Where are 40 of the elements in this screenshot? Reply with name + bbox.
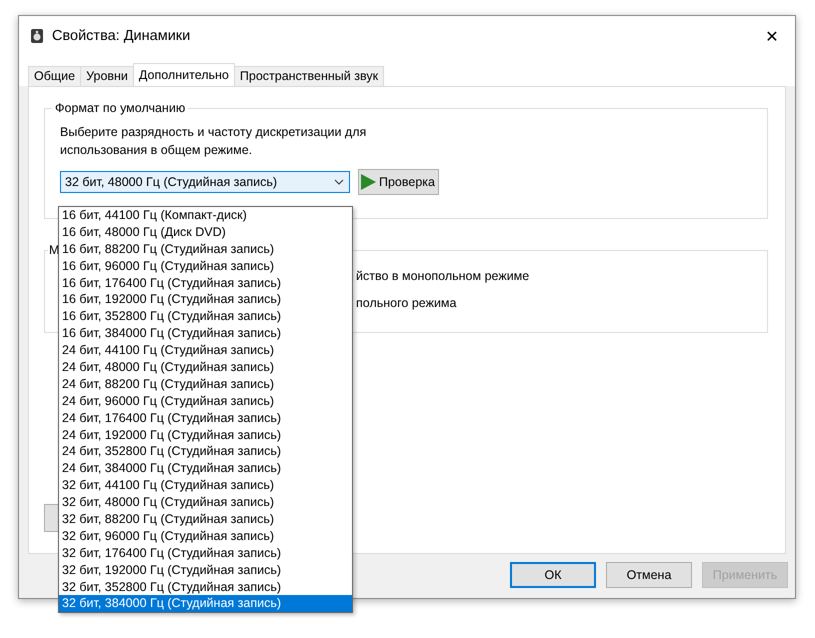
window-title: Свойства: Динамики xyxy=(52,28,192,44)
dropdown-option[interactable]: 24 бит, 96000 Гц (Студийная запись) xyxy=(59,392,352,410)
dropdown-option[interactable]: 16 бит, 88200 Гц (Студийная запись) xyxy=(59,240,352,258)
test-button[interactable]: Проверка xyxy=(358,169,439,195)
play-icon xyxy=(360,174,376,190)
dropdown-option[interactable]: 24 бит, 384000 Гц (Студийная запись) xyxy=(59,460,352,478)
dropdown-option[interactable]: 24 бит, 88200 Гц (Студийная запись) xyxy=(59,376,352,393)
format-dropdown[interactable]: 32 бит, 48000 Гц (Студийная запись) xyxy=(60,171,350,193)
chevron-icon xyxy=(334,179,344,185)
dropdown-option[interactable]: 16 бит, 176400 Гц (Студийная запись) xyxy=(59,274,352,292)
dialog-button[interactable]: ОК xyxy=(510,562,596,588)
dropdown-option[interactable]: 32 бит, 176400 Гц (Студийная запись) xyxy=(59,544,352,562)
dropdown-option[interactable]: 24 бит, 192000 Гц (Студийная запись) xyxy=(59,426,352,444)
option-label: польного режима xyxy=(356,296,456,310)
close-button[interactable]: ✕ xyxy=(749,16,795,56)
dropdown-option[interactable]: 32 бит, 352800 Гц (Студийная запись) xyxy=(59,578,352,596)
group-legend: Формат по умолчанию xyxy=(52,101,188,115)
tab[interactable]: Пространственный звук xyxy=(234,66,384,86)
dropdown-option[interactable]: 16 бит, 192000 Гц (Студийная запись) xyxy=(59,291,352,308)
dropdown-option[interactable]: 32 бит, 88200 Гц (Студийная запись) xyxy=(59,511,352,528)
dropdown-option[interactable]: 16 бит, 352800 Гц (Студийная запись) xyxy=(59,308,352,326)
tab[interactable]: Общие xyxy=(28,66,82,86)
dropdown-option[interactable]: 24 бит, 44100 Гц (Студийная запись) xyxy=(59,342,352,360)
dropdown-option[interactable]: 16 бит, 384000 Гц (Студийная запись) xyxy=(59,325,352,342)
dialog-button[interactable]: Отмена xyxy=(606,562,692,588)
description-text: Выберите разрядность и частоту дискретизации для использования в общем режиме. xyxy=(60,124,368,159)
dropdown-option[interactable]: 16 бит, 96000 Гц (Студийная запись) xyxy=(59,258,352,275)
option-label: йство в монопольном режиме xyxy=(356,269,530,283)
dropdown-option[interactable]: 24 бит, 352800 Гц (Студийная запись) xyxy=(59,443,352,460)
tab[interactable]: Уровни xyxy=(80,66,134,86)
dropdown-option[interactable]: 16 бит, 48000 Гц (Диск DVD) xyxy=(59,224,352,241)
dropdown-option[interactable]: 16 бит, 44100 Гц (Компакт-диск) xyxy=(59,207,352,224)
dropdown-option[interactable]: 32 бит, 192000 Гц (Студийная запись) xyxy=(59,562,352,579)
speaker-icon xyxy=(30,28,44,44)
dropdown-option[interactable]: 32 бит, 48000 Гц (Студийная запись) xyxy=(59,494,352,512)
dropdown-option[interactable]: 24 бит, 176400 Гц (Студийная запись) xyxy=(59,410,352,427)
dropdown-option[interactable]: 32 бит, 44100 Гц (Студийная запись) xyxy=(59,477,352,494)
dropdown-option[interactable]: 32 бит, 384000 Гц (Студийная запись) xyxy=(59,595,352,612)
dropdown-option[interactable]: 32 бит, 96000 Гц (Студийная запись) xyxy=(59,528,352,545)
dropdown-option[interactable]: 24 бит, 48000 Гц (Студийная запись) xyxy=(59,359,352,376)
